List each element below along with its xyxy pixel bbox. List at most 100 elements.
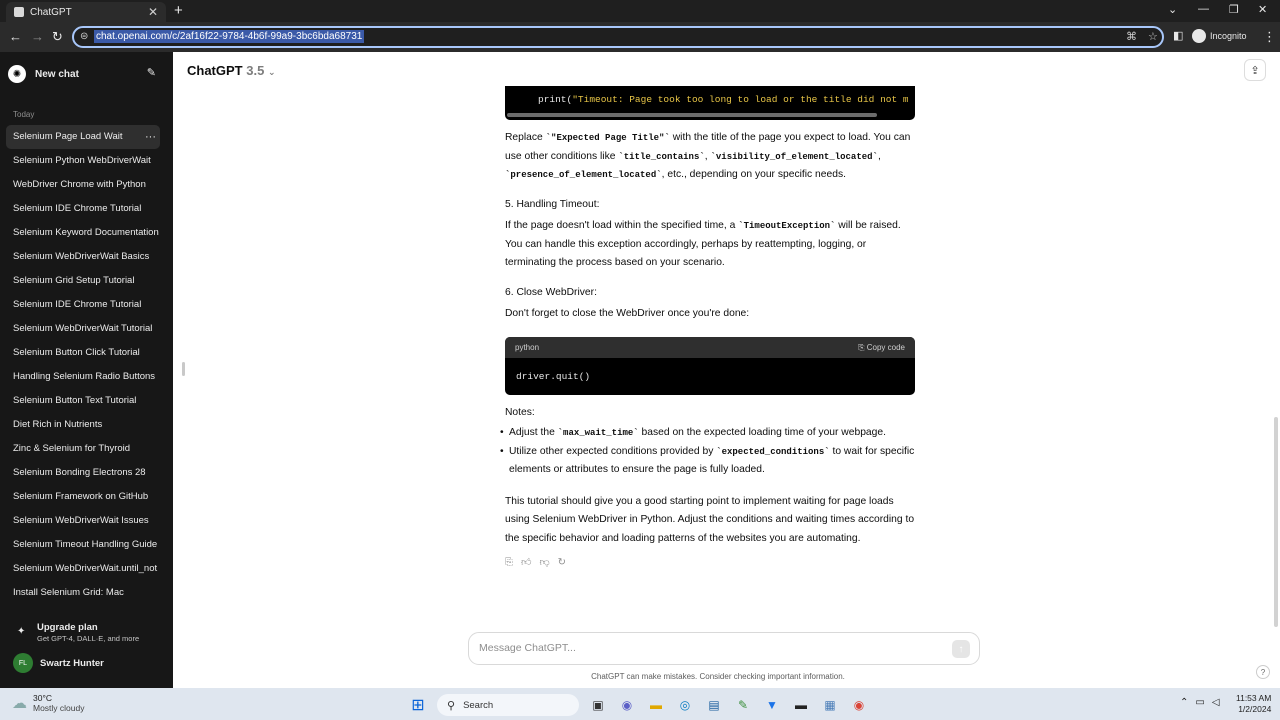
paragraph: This tutorial should give you a good sta… [505,495,915,544]
volume-icon[interactable]: ◁ [1212,697,1220,708]
forward-icon[interactable]: → [31,29,44,44]
code-header: python ⎘ Copy code [505,336,915,358]
history-item[interactable]: Selenium Grid Setup Tutorial [6,269,160,293]
system-tray: ⌃ ▭ ◁ [1180,697,1220,708]
site-info-icon[interactable]: ⊜ [80,31,88,42]
tab-search-icon[interactable]: ⌄ [1168,3,1177,16]
maximize-icon[interactable]: ❐ [1229,3,1239,16]
side-panel-icon[interactable]: ◧ [1173,29,1183,42]
history-item[interactable]: Selenium IDE Chrome Tutorial [6,197,160,221]
scrollbar[interactable] [1274,417,1278,627]
windows-start-icon[interactable]: ⊞ [408,695,428,715]
history-item[interactable]: Zinc & Selenium for Thyroid [6,437,160,461]
chevron-up-icon[interactable]: ⌃ [1180,697,1188,708]
back-icon[interactable]: ← [9,29,22,44]
upgrade-title: Upgrade plan [37,622,98,633]
browser-tab[interactable]: ChatGPT ✕ [6,2,166,22]
thumbs-down-icon[interactable]: 👎︎ [539,554,549,573]
tab-title: ChatGPT [30,6,72,18]
chat-history-list: Selenium Page Load Wait ··· Selenium Pyth… [6,125,160,605]
vpn-app-icon[interactable]: ▼ [762,695,782,715]
edge-icon[interactable]: ◎ [675,695,695,715]
no-tracking-icon[interactable]: ⌘ [1126,30,1137,43]
time: 11:53 AM [1236,693,1272,703]
send-button[interactable]: ↑ [952,640,970,658]
history-item[interactable]: Selenium WebDriverWait Issues [6,509,160,533]
history-item[interactable]: Selenium Bonding Electrons 28 [6,461,160,485]
url-bar[interactable]: ⊜ chat.openai.com/c/2af16f22-9784-4b6f-9… [72,26,1164,48]
cloud-icon: ☁ [12,695,27,712]
address-toolbar: ← → ↻ ⊜ chat.openai.com/c/2af16f22-9784-… [0,22,1280,52]
network-icon[interactable]: ▭ [1195,697,1204,708]
minimize-icon[interactable]: — [1198,3,1209,15]
user-name: Swartz Hunter [40,657,104,669]
history-item[interactable]: Selenium Keyword Documentation [6,221,160,245]
user-profile-button[interactable]: FL Swartz Hunter [13,653,163,673]
history-item[interactable]: Selenium WebDriverWait Basics [6,245,160,269]
reload-icon[interactable]: ↻ [52,29,63,45]
weather-widget[interactable]: ☁ 30°C Mostly cloudy [12,693,85,713]
history-item[interactable]: Handling Selenium Radio Buttons [6,365,160,389]
model-selector[interactable]: ChatGPT 3.5 ⌄ [187,63,276,78]
copy-icon[interactable]: ⎘ [505,554,513,573]
share-icon[interactable]: ⇪ [1244,59,1266,81]
upgrade-subtitle: Get GPT-4, DALL·E, and more [37,634,140,643]
app-icon[interactable]: ✎ [733,695,753,715]
history-item[interactable]: WebDriver Chrome with Python [6,173,160,197]
message-composer[interactable]: Message ChatGPT... ↑ [468,632,980,665]
taskbar-apps: ⊞ ⚲ Search ▣ ◉ ▬ ◎ ▤ ✎ ▼ ▬ ▦ ◉ [408,694,869,716]
history-item[interactable]: Selenium WebDriverWait Tutorial [6,317,160,341]
new-chat-button[interactable]: ✺ New chat ✎ [8,62,158,86]
sidebar: ✺ New chat ✎ Today Selenium Page Load Wa… [0,52,173,688]
history-item[interactable]: Selenium IDE Chrome Tutorial [6,293,160,317]
close-window-icon[interactable]: ✕ [1258,3,1267,16]
close-tab-icon[interactable]: ✕ [148,5,158,19]
chrome-icon[interactable]: ◉ [849,695,869,715]
sidebar-toggle-handle[interactable] [182,362,185,376]
history-item[interactable]: Selenium Framework on GitHub [6,485,160,509]
edit-icon[interactable]: ✎ [147,66,156,79]
taskbar: ☁ 30°C Mostly cloudy ⊞ ⚲ Search ▣ ◉ ▬ ◎ … [0,688,1280,720]
message-input[interactable]: Message ChatGPT... [479,642,576,654]
remote-app-icon[interactable]: ▦ [820,695,840,715]
history-item[interactable]: Selenium Page Load Wait ··· [6,125,160,149]
copy-code-button[interactable]: ⎘ Copy code [858,337,905,358]
history-item[interactable]: Selenium Button Text Tutorial [6,389,160,413]
new-tab-icon[interactable]: + [174,2,183,19]
section-heading: 6. Close WebDriver: [505,286,597,298]
thumbs-up-icon[interactable]: 👍︎ [521,554,531,573]
terminal-icon[interactable]: ▬ [791,695,811,715]
history-item[interactable]: Selenium Timeout Handling Guide [6,533,160,557]
more-options-icon[interactable]: ··· [145,125,156,149]
browser-menu-icon[interactable]: ⋮ [1263,29,1276,45]
upgrade-plan-button[interactable]: ✦ Upgrade plan Get GPT-4, DALL·E, and mo… [13,622,163,646]
system-clock[interactable]: 11:53 AM 1/2/2024 [1236,693,1271,715]
paragraph: Don't forget to close the WebDriver once… [505,308,750,319]
bookmark-star-icon[interactable]: ☆ [1148,30,1158,43]
url-text[interactable]: chat.openai.com/c/2af16f22-9784-4b6f-99a… [94,30,365,43]
store-icon[interactable]: ▤ [704,695,724,715]
history-section-label: Today [13,110,35,119]
history-item[interactable]: Selenium WebDriverWait.until_not [6,557,160,581]
help-icon[interactable]: ? [1256,665,1270,679]
chat-app-icon[interactable]: ◉ [617,695,637,715]
history-item[interactable]: Diet Rich in Nutrients [6,413,160,437]
paragraph: If the page doesn't load within the spec… [505,220,901,268]
code-line: print("Timeout: Page took too long to lo… [538,94,908,105]
history-item[interactable]: Selenium Python WebDriverWait [6,149,160,173]
notes-heading: Notes: [505,406,535,418]
code-horizontal-scrollbar[interactable] [507,113,877,117]
history-item[interactable]: Install Selenium Grid: Mac [6,581,160,605]
task-view-icon[interactable]: ▣ [588,695,608,715]
chevron-down-icon: ⌄ [267,67,276,77]
list-item: Adjust the `max_wait_time` based on the … [500,424,915,443]
file-explorer-icon[interactable]: ▬ [646,695,666,715]
regenerate-icon[interactable]: ↻ [558,554,566,573]
history-item[interactable]: Selenium Button Click Tutorial [6,341,160,365]
browser-tab-bar: ChatGPT ✕ + ⌄ — ❐ ✕ [0,0,1280,22]
new-chat-label: New chat [35,68,79,80]
message-actions: ⎘ 👍︎ 👎︎ ↻ [505,554,915,573]
incognito-profile[interactable]: Incognito [1192,29,1247,43]
taskbar-search[interactable]: ⚲ Search [437,694,579,716]
model-version: 3.5 [246,63,265,78]
